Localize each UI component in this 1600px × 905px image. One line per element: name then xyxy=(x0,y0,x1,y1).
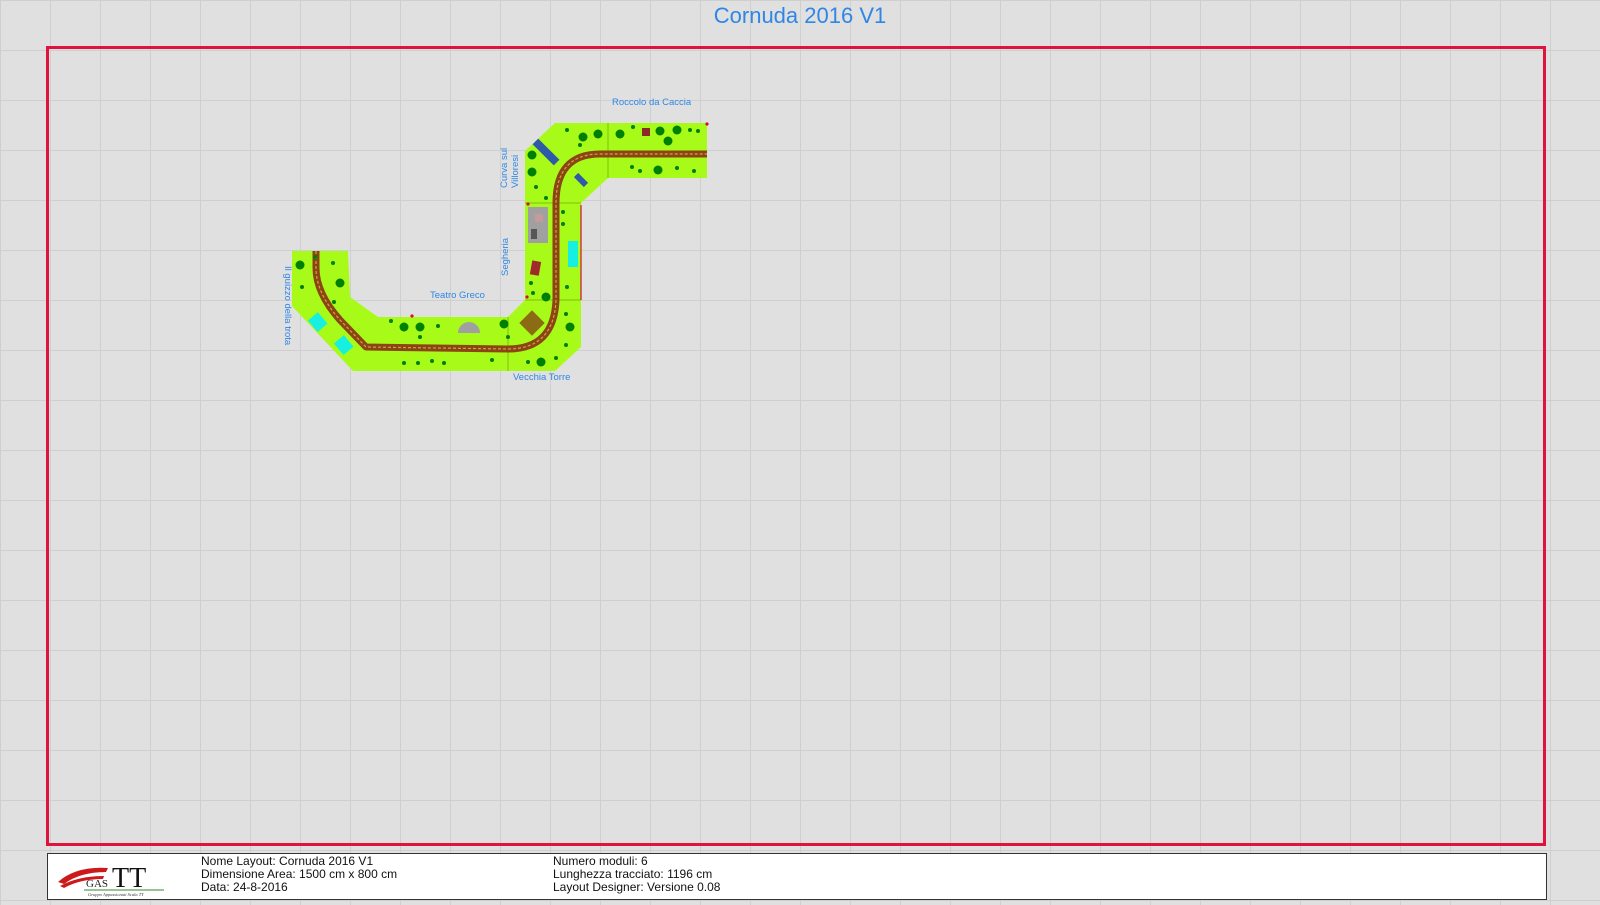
logo-tt-text: TT xyxy=(112,863,146,894)
label-torre: Vecchia Torre xyxy=(513,372,571,383)
info-column-stats: Numero moduli: 6 Lunghezza tracciato: 11… xyxy=(553,855,720,894)
label-curva: Curva sul Villoresi xyxy=(499,147,521,188)
module-guizzo-board[interactable] xyxy=(292,251,508,371)
info-column-layout: Nome Layout: Cornuda 2016 V1 Dimensione … xyxy=(201,855,397,894)
label-guizzo: Il guizzo della trota xyxy=(282,266,293,346)
logo-gas-text: GAS xyxy=(86,878,108,890)
info-data: Data: 24-8-2016 xyxy=(201,880,288,894)
label-teatro: Teatro Greco xyxy=(430,290,485,301)
label-segheria: Segheria xyxy=(500,237,511,276)
info-designer: Layout Designer: Versione 0.08 xyxy=(553,880,721,894)
logo-subtitle: Gruppo Appassionati Scala TT xyxy=(88,892,144,897)
label-roccolo: Roccolo da Caccia xyxy=(612,97,692,108)
layout-info-box: GAS TT Gruppo Appassionati Scala TT Nome… xyxy=(47,853,1547,900)
layout-canvas[interactable] xyxy=(0,0,1600,905)
pond-3 xyxy=(568,241,578,267)
gas-tt-logo: GAS TT Gruppo Appassionati Scala TT xyxy=(58,863,164,897)
roccolo-hut xyxy=(642,128,650,136)
